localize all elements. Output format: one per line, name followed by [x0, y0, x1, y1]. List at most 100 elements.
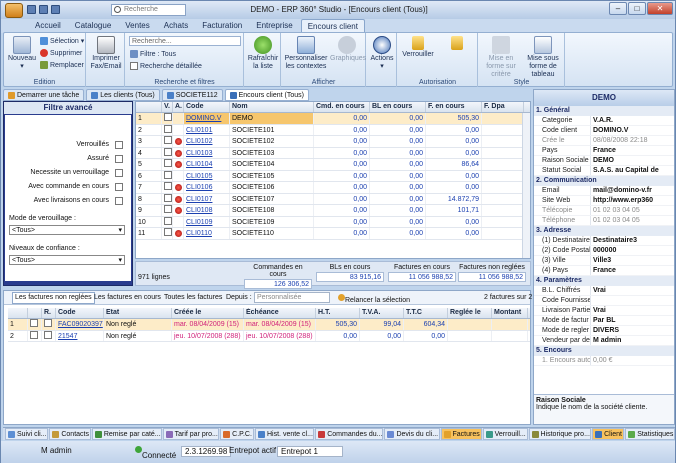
supprimer-button[interactable]: Supprimer — [40, 49, 82, 57]
client-code-link[interactable]: CLI0103 — [184, 147, 230, 158]
property-row[interactable]: Site Web http://www.erp360 — [534, 196, 674, 206]
table-row[interactable]: 6 CLI0105 SOCIETE105 0,00 0,00 0,00 — [136, 170, 530, 182]
row-checkbox-cell[interactable] — [162, 113, 173, 124]
relance-cell[interactable] — [42, 319, 56, 330]
tab-facturation[interactable]: Facturation — [196, 19, 248, 32]
client-code-link[interactable]: CLI0105 — [184, 170, 230, 181]
tab-factures-en-cours[interactable]: Les factures en cours — [94, 294, 161, 301]
property-section[interactable]: 5. Encours — [534, 346, 674, 356]
property-row[interactable]: (2) Code Postal 000000 — [534, 246, 674, 256]
checkbox[interactable] — [164, 193, 172, 202]
bottom-tab[interactable]: Suivi cli... — [5, 428, 49, 440]
rafraichir-button[interactable]: Rafraîchir la liste — [246, 36, 280, 71]
row-checkbox-cell[interactable] — [162, 147, 173, 158]
minimize-button[interactable]: – — [609, 2, 627, 15]
bottom-tab[interactable]: Factures — [440, 428, 482, 440]
recherche-detaillee-toggle[interactable]: Recherche détaillée — [130, 62, 202, 70]
checkbox[interactable] — [44, 330, 52, 339]
bottom-tab[interactable]: C.P.C. — [220, 428, 254, 440]
tab-ventes[interactable]: Ventes — [119, 19, 155, 32]
table-row[interactable]: 5 CLI0104 SOCIETE104 0,00 0,00 86,64 — [136, 159, 530, 171]
client-code-link[interactable]: DOMINO.V — [184, 113, 230, 124]
filtre-dropdown[interactable]: Filtre : Tous — [130, 50, 176, 58]
property-section[interactable]: 2. Communication — [534, 176, 674, 186]
table-row[interactable]: 1 DOMINO.V DEMO 0,00 0,00 505,30 — [136, 113, 530, 125]
bottom-tab[interactable]: Contacts — [49, 428, 91, 440]
client-code-link[interactable]: CLI0109 — [184, 216, 230, 227]
checkbox[interactable] — [30, 330, 38, 339]
client-code-link[interactable]: CLI0104 — [184, 159, 230, 170]
ribbon-search-input[interactable]: Recherche... — [129, 36, 241, 46]
tab-toutes-factures[interactable]: Toutes les factures — [164, 294, 222, 301]
row-checkbox-cell[interactable] — [162, 136, 173, 147]
personnaliser-button[interactable]: Personnaliser les contextes — [284, 36, 328, 71]
checkbox[interactable] — [164, 170, 172, 179]
bottom-tab[interactable]: Tarif par pro... — [162, 428, 220, 440]
property-row[interactable]: Mode de regler DIVERS — [534, 326, 674, 336]
client-code-link[interactable]: CLI0101 — [184, 124, 230, 135]
entrepot-select[interactable]: Entrepot 1 — [277, 446, 343, 457]
property-row[interactable]: Code Fournisse — [534, 296, 674, 306]
filter-avec-commande[interactable]: Avec commande en cours — [28, 183, 123, 191]
mise-en-forme-critere-button[interactable]: Mise en forme sur critère — [481, 36, 521, 79]
property-row[interactable]: Livraison Partie Vrai — [534, 306, 674, 316]
table-row[interactable]: 4 CLI0103 SOCIETE103 0,00 0,00 0,00 — [136, 147, 530, 159]
deverouiller-button[interactable] — [438, 36, 476, 51]
property-row[interactable]: Code client DOMINO.V — [534, 126, 674, 136]
invoice-code-link[interactable]: FAC09020397 — [56, 319, 104, 330]
mise-sous-forme-tableau-button[interactable]: Mise sous forme de tableau — [523, 36, 563, 79]
checkbox[interactable] — [130, 62, 138, 70]
avec-livraisons-checkbox[interactable] — [115, 197, 123, 205]
property-row[interactable]: Mode de factur Par BL — [534, 316, 674, 326]
row-checkbox-cell[interactable] — [162, 159, 173, 170]
bottom-tab[interactable]: Remise par caté... — [91, 428, 162, 440]
client-code-link[interactable]: CLI0107 — [184, 193, 230, 204]
property-row[interactable]: Email mail@domino-v.fr — [534, 186, 674, 196]
selection-button[interactable]: Sélection ▾ — [40, 37, 84, 45]
invoice-row[interactable]: 1 FAC09020397 Non reglé mar. 08/04/2009 (15… — [8, 319, 530, 331]
tab-accueil[interactable]: Accueil — [29, 19, 67, 32]
graphiques-button[interactable]: Graphiques — [330, 36, 366, 63]
row-checkbox-cell[interactable] — [162, 216, 173, 227]
row-checkbox-cell[interactable] — [28, 319, 42, 330]
client-code-link[interactable]: CLI0106 — [184, 182, 230, 193]
table-row[interactable]: 9 CLI0108 SOCIETE108 0,00 0,00 101,71 — [136, 205, 530, 217]
tab-entreprise[interactable]: Entreprise — [250, 19, 298, 32]
filter-verrouilles[interactable]: Verrouillés — [76, 141, 123, 149]
depuis-select[interactable]: Personnalisée — [254, 292, 330, 303]
remplacer-button[interactable]: Remplacer — [40, 61, 84, 69]
table-row[interactable]: 2 CLI0101 SOCIETE101 0,00 0,00 0,00 — [136, 124, 530, 136]
bottom-tab[interactable]: Client — [592, 428, 625, 440]
property-row[interactable]: (1) Destinataire Destinataire3 — [534, 236, 674, 246]
checkbox[interactable] — [164, 124, 172, 133]
row-checkbox-cell[interactable] — [162, 124, 173, 135]
avec-commande-checkbox[interactable] — [115, 183, 123, 191]
checkbox[interactable] — [164, 182, 172, 190]
checkbox[interactable] — [164, 136, 172, 144]
property-row[interactable]: (3) Ville Ville3 — [534, 256, 674, 266]
imprimer-button[interactable]: Imprimer Fax/Email — [89, 36, 123, 71]
table-row[interactable]: 3 CLI0102 SOCIETE102 0,00 0,00 0,00 — [136, 136, 530, 148]
checkbox[interactable] — [164, 228, 172, 236]
checkbox[interactable] — [44, 319, 52, 327]
invoice-row[interactable]: 2 21547 Non reglé jeu. 10/07/2008 (288) jeu.… — [8, 330, 530, 342]
row-checkbox-cell[interactable] — [28, 330, 42, 341]
bottom-tab[interactable]: Hist. vente cl... — [255, 428, 315, 440]
actions-button[interactable]: Actions ▾ — [368, 36, 396, 71]
checkbox[interactable] — [164, 159, 172, 167]
doc-tab-encours-client[interactable]: Encours client (Tous) — [224, 89, 309, 101]
row-checkbox-cell[interactable] — [162, 182, 173, 193]
verrouiller-button[interactable]: Verrouiller — [400, 36, 436, 59]
doc-tab-clients[interactable]: Les clients (Tous) — [86, 89, 160, 101]
checkbox[interactable] — [164, 147, 172, 156]
row-checkbox-cell[interactable] — [162, 228, 173, 239]
row-checkbox-cell[interactable] — [162, 193, 173, 204]
tab-factures-non-reglees[interactable]: Les factures non reglées — [12, 292, 95, 304]
filter-assure[interactable]: Assuré — [87, 155, 123, 163]
assure-checkbox[interactable] — [115, 155, 123, 163]
table-row[interactable]: 7 CLI0106 SOCIETE106 0,00 0,00 0,00 — [136, 182, 530, 194]
table-row[interactable]: 11 CLI0110 SOCIETE110 0,00 0,00 0,00 — [136, 228, 530, 240]
filter-necessite[interactable]: Necessite un verrouillage — [30, 169, 123, 177]
property-row[interactable]: Téléphone 01 02 03 04 05 — [534, 216, 674, 226]
tab-encours-client[interactable]: Encours client — [300, 19, 365, 32]
